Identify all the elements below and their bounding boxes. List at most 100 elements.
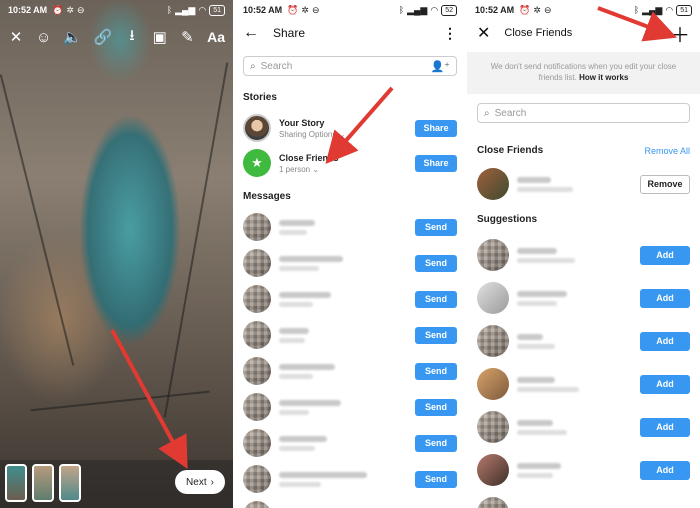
no-disturb-icon: ⊖ (543, 4, 552, 15)
media-thumbnail[interactable] (59, 464, 81, 502)
send-button[interactable]: Send (415, 362, 457, 380)
list-item: Send (243, 356, 457, 386)
blurred-username (517, 343, 555, 349)
sticker-icon[interactable]: ▣ (152, 28, 168, 46)
story-editor-panel: 10:52 AM ⏰ ✲ ⊖ ᛒ ▂▄▆ ◠ 51 ✕ ☺ 🔈 🔗 ⭳ ▣ ✎ Aa… (0, 0, 233, 508)
wifi-icon: ◠ (430, 4, 439, 15)
how-it-works-link[interactable]: How it works (579, 73, 628, 82)
story-name: Your Story (279, 117, 325, 128)
blurred-username (279, 229, 307, 235)
avatar (243, 114, 271, 142)
media-thumbnail[interactable] (32, 464, 54, 502)
remove-button[interactable]: Remove (640, 174, 690, 194)
signal-icon: ▂▄▆ (407, 4, 428, 15)
status-time: 10:52 AM (475, 5, 515, 15)
text-tool-icon[interactable]: Aa (207, 29, 225, 45)
avatar (243, 501, 271, 508)
alarm-icon: ⏰ (52, 4, 64, 15)
avatar (477, 454, 509, 486)
download-icon[interactable]: ⭳ (124, 25, 140, 50)
draw-icon[interactable]: ✎ (179, 28, 195, 46)
wifi-icon: ◠ (665, 4, 674, 15)
send-button[interactable]: Send (415, 326, 457, 344)
avatar (243, 249, 271, 277)
share-your-story-button[interactable]: Share (415, 119, 457, 137)
link-icon[interactable]: 🔗 (94, 28, 113, 46)
search-placeholder: Search (494, 107, 527, 119)
share-close-friends-button[interactable]: Share (415, 154, 457, 172)
settings-icon: ✲ (66, 4, 74, 15)
status-bar: 10:52 AM ⏰ ✲ ⊖ ᛒ ▂▄▆ ◠ 51 (467, 0, 700, 20)
no-disturb-icon: ⊖ (311, 4, 320, 15)
search-input[interactable]: ⌕ Search (477, 103, 690, 123)
story-photo (0, 0, 233, 508)
avatar (477, 411, 509, 443)
add-person-icon[interactable]: 👤⁺ (430, 60, 450, 73)
add-button[interactable]: Add (640, 288, 690, 308)
suggestion-row: Add (477, 324, 690, 358)
send-button[interactable]: Send (415, 218, 457, 236)
send-button[interactable]: Send (415, 254, 457, 272)
alarm-icon: ⏰ (519, 4, 531, 15)
add-button[interactable]: Add (640, 417, 690, 437)
suggestion-row (477, 496, 690, 508)
send-button[interactable]: Send (415, 398, 457, 416)
avatar (477, 282, 509, 314)
plus-icon[interactable]: ＋ (670, 19, 690, 48)
bluetooth-icon: ᛒ (633, 5, 640, 15)
battery-icon: 51 (209, 4, 225, 16)
blurred-username (279, 481, 321, 487)
close-icon[interactable]: ✕ (477, 23, 490, 43)
back-arrow-icon[interactable]: ← (243, 24, 259, 42)
send-button[interactable]: Send (415, 290, 457, 308)
page-title: Close Friends (504, 27, 573, 39)
story-toolbar: ✕ ☺ 🔈 🔗 ⭳ ▣ ✎ Aa (0, 26, 233, 48)
media-thumbnail[interactable] (5, 464, 27, 502)
blurred-username (279, 301, 313, 307)
page-title: Share (273, 26, 306, 40)
list-item: Send (243, 392, 457, 422)
settings-icon: ✲ (533, 4, 541, 15)
avatar (243, 321, 271, 349)
next-button[interactable]: Next › (175, 470, 225, 494)
settings-icon: ✲ (301, 4, 309, 15)
face-effects-icon[interactable]: ☺ (36, 29, 52, 46)
suggestions-section-label: Suggestions (477, 214, 538, 225)
add-button[interactable]: Add (640, 460, 690, 480)
bluetooth-icon: ᛒ (166, 5, 173, 15)
close-friends-count-link[interactable]: 1 person ⌄ (279, 165, 415, 174)
send-button[interactable]: Send (415, 434, 457, 452)
avatar (243, 393, 271, 421)
sharing-options-link[interactable]: Sharing Options ⌄ (279, 130, 415, 139)
list-item: Send (243, 464, 457, 494)
search-input[interactable]: ⌕ Search 👤⁺ (243, 56, 457, 76)
share-panel: 10:52 AM ⏰ ✲ ⊖ ᛒ ▂▄▆ ◠ 52 ← Share ⋮ ⌕ Sear… (235, 0, 465, 508)
add-button[interactable]: Add (640, 245, 690, 265)
remove-all-link[interactable]: Remove All (644, 146, 690, 156)
send-button[interactable]: Send (415, 470, 457, 488)
add-button[interactable]: Add (640, 374, 690, 394)
avatar (477, 168, 509, 200)
status-time: 10:52 AM (243, 5, 283, 15)
blurred-name (517, 333, 543, 340)
avatar (243, 357, 271, 385)
blurred-name (517, 247, 557, 254)
blurred-name (279, 291, 331, 298)
chevron-right-icon: › (210, 476, 214, 488)
sound-icon[interactable]: 🔈 (63, 28, 82, 46)
suggestion-row: Add (477, 367, 690, 401)
suggestion-row: Add (477, 238, 690, 272)
blurred-name (279, 219, 315, 226)
more-options-icon[interactable]: ⋮ (443, 25, 457, 42)
wifi-icon: ◠ (198, 4, 207, 15)
blurred-username (517, 386, 579, 392)
blurred-username (517, 186, 573, 192)
search-icon: ⌕ (250, 60, 256, 72)
blurred-name (279, 255, 343, 262)
status-time: 10:52 AM (8, 5, 48, 15)
blurred-username (517, 429, 567, 435)
blurred-username (517, 257, 575, 263)
close-icon[interactable]: ✕ (8, 28, 24, 46)
signal-icon: ▂▄▆ (642, 4, 663, 15)
add-button[interactable]: Add (640, 331, 690, 351)
